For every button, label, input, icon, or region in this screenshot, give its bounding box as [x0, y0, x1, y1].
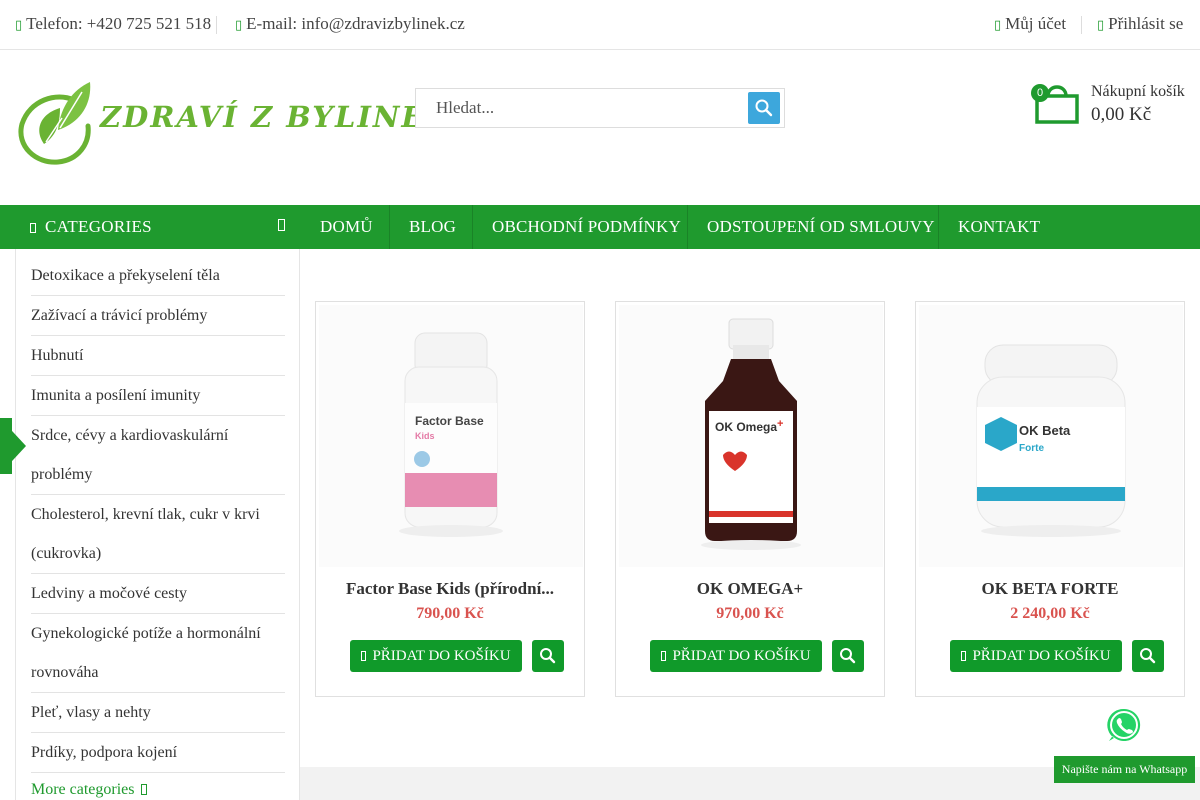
- add-to-cart-label: PŘIDAT DO KOŠÍKU: [972, 648, 1111, 664]
- search-box: [415, 88, 785, 128]
- add-to-cart-button[interactable]: PŘIDAT DO KOŠÍKU: [650, 640, 822, 672]
- jar-label-sub: Kids: [415, 431, 435, 441]
- product-card[interactable]: OK Beta Forte OK BETA FORTE 2 240,00 Kč …: [915, 301, 1185, 697]
- menu-icon: [30, 223, 36, 233]
- more-categories-label: More categories: [31, 781, 135, 798]
- whatsapp-button[interactable]: [1103, 704, 1145, 746]
- lock-icon: ▯: [1097, 18, 1105, 33]
- bottle-label-sub: +: [777, 418, 783, 430]
- plus-icon: [140, 784, 147, 795]
- nav-item-blog[interactable]: BLOG: [409, 205, 456, 249]
- nav-divider: [938, 205, 939, 249]
- category-item[interactable]: Prdíky, podpora kojení: [31, 733, 285, 773]
- user-icon: ▯: [994, 18, 1002, 33]
- product-name[interactable]: Factor Base Kids (přírodní...: [316, 579, 584, 599]
- cart-widget[interactable]: 0 Nákupní košík 0,00 Kč: [1030, 78, 1195, 130]
- product-name[interactable]: OK OMEGA+: [616, 579, 884, 599]
- leaf-logo-icon: [18, 82, 91, 165]
- nav-item-home[interactable]: DOMŮ: [320, 205, 373, 249]
- category-item[interactable]: Srdce, cévy a kardiovaskulární problémy: [31, 416, 285, 495]
- more-categories-link[interactable]: More categories: [31, 781, 147, 799]
- whatsapp-icon: [1104, 705, 1144, 745]
- tub-label-title: OK Beta: [1019, 423, 1071, 438]
- category-item[interactable]: Imunita a posílení imunity: [31, 376, 285, 416]
- cart-count-badge: 0: [1031, 84, 1049, 102]
- product-card[interactable]: OK Omega + OK OMEGA+ 970,00 Kč PŘIDAT DO…: [615, 301, 885, 697]
- side-widget-tab-bar: [0, 418, 12, 474]
- search-input[interactable]: [416, 89, 746, 127]
- nav-item-withdrawal[interactable]: ODSTOUPENÍ OD SMLOUVY: [707, 205, 935, 249]
- category-item[interactable]: Hubnutí: [31, 336, 285, 376]
- category-item[interactable]: Gynekologické potíže a hormonální rovnov…: [31, 614, 285, 693]
- cart-icon: [361, 651, 367, 661]
- category-item[interactable]: Detoxikace a překyselení těla: [31, 256, 285, 296]
- quick-view-button[interactable]: [1132, 640, 1164, 672]
- add-to-cart-button[interactable]: PŘIDAT DO KOŠÍKU: [350, 640, 522, 672]
- site-logo[interactable]: ZDRAVÍ Z BYLINEK: [16, 78, 451, 166]
- jar-label-title: Factor Base: [415, 414, 484, 428]
- magnifier-icon: [840, 648, 856, 664]
- login-label: Přihlásit se: [1108, 14, 1184, 33]
- product-price: 970,00 Kč: [716, 605, 784, 622]
- envelope-icon: ▯: [235, 18, 243, 33]
- category-item[interactable]: Zažívací a trávicí problémy: [31, 296, 285, 336]
- nav-divider: [389, 205, 390, 249]
- product-card[interactable]: Factor Base Kids Factor Base Kids (příro…: [315, 301, 585, 697]
- cart-icon: [961, 651, 967, 661]
- quick-view-button[interactable]: [832, 640, 864, 672]
- category-item[interactable]: Ledviny a močové cesty: [31, 574, 285, 614]
- whatsapp-chat-chip[interactable]: Napište nám na Whatsapp: [1054, 756, 1195, 783]
- main-navbar: CATEGORIES DOMŮ BLOG OBCHODNÍ PODMÍNKY O…: [0, 205, 1200, 249]
- nav-item-contact[interactable]: KONTAKT: [958, 205, 1040, 249]
- add-to-cart-label: PŘIDAT DO KOŠÍKU: [372, 648, 511, 664]
- product-image[interactable]: Factor Base Kids: [319, 305, 583, 567]
- nav-divider: [472, 205, 473, 249]
- categories-label: CATEGORIES: [45, 217, 152, 236]
- my-account-link[interactable]: ▯ Můj účet: [994, 14, 1066, 34]
- product-name[interactable]: OK BETA FORTE: [916, 579, 1184, 599]
- my-account-label: Můj účet: [1005, 14, 1067, 33]
- email-contact[interactable]: ▯ E-mail: info@zdravizbylinek.cz: [235, 14, 465, 34]
- add-to-cart-label: PŘIDAT DO KOŠÍKU: [672, 648, 811, 664]
- add-to-cart-button[interactable]: PŘIDAT DO KOŠÍKU: [950, 640, 1122, 672]
- phone-text: Telefon: +420 725 521 518: [26, 14, 212, 33]
- magnifier-icon: [1140, 648, 1156, 664]
- logo-text: ZDRAVÍ Z BYLINEK: [100, 100, 453, 134]
- category-sidebar: Detoxikace a překyselení těla Zažívací a…: [15, 249, 300, 800]
- phone-contact[interactable]: ▯ Telefon: +420 725 521 518: [15, 14, 211, 34]
- cart-icon: [661, 651, 667, 661]
- top-bar: ▯ Telefon: +420 725 521 518 ▯ E-mail: info…: [0, 0, 1200, 50]
- email-text: E-mail: info@zdravizbylinek.cz: [246, 14, 465, 33]
- supplement-tub-icon: OK Beta Forte: [976, 344, 1126, 537]
- phone-icon: ▯: [15, 18, 23, 33]
- category-item[interactable]: Pleť, vlasy a nehty: [31, 693, 285, 733]
- tub-label-sub: Forte: [1019, 443, 1044, 454]
- search-icon: [755, 99, 773, 117]
- search-button[interactable]: [748, 92, 780, 124]
- nav-item-terms[interactable]: OBCHODNÍ PODMÍNKY: [492, 205, 681, 249]
- product-price: 790,00 Kč: [416, 605, 484, 622]
- quick-view-button[interactable]: [532, 640, 564, 672]
- topbar-divider: [1081, 16, 1082, 34]
- supplement-jar-icon: Factor Base Kids: [399, 332, 503, 537]
- product-price: 2 240,00 Kč: [1010, 605, 1090, 622]
- topbar-divider: [216, 16, 217, 34]
- cart-label: Nákupní košík: [1091, 83, 1185, 100]
- product-image[interactable]: OK Beta Forte: [919, 305, 1183, 567]
- category-item[interactable]: Cholesterol, krevní tlak, cukr v krvi (c…: [31, 495, 285, 574]
- bottle-label-title: OK Omega: [715, 420, 777, 434]
- supplement-bottle-icon: OK Omega +: [701, 318, 801, 550]
- categories-toggle[interactable]: CATEGORIES: [0, 205, 300, 249]
- cart-amount: 0,00 Kč: [1091, 104, 1152, 125]
- magnifier-icon: [540, 648, 556, 664]
- product-image[interactable]: OK Omega +: [619, 305, 883, 567]
- login-link[interactable]: ▯ Přihlásit se: [1097, 14, 1183, 34]
- nav-divider: [687, 205, 688, 249]
- category-list: Detoxikace a překyselení těla Zažívací a…: [31, 256, 285, 773]
- chevron-icon: [278, 219, 285, 231]
